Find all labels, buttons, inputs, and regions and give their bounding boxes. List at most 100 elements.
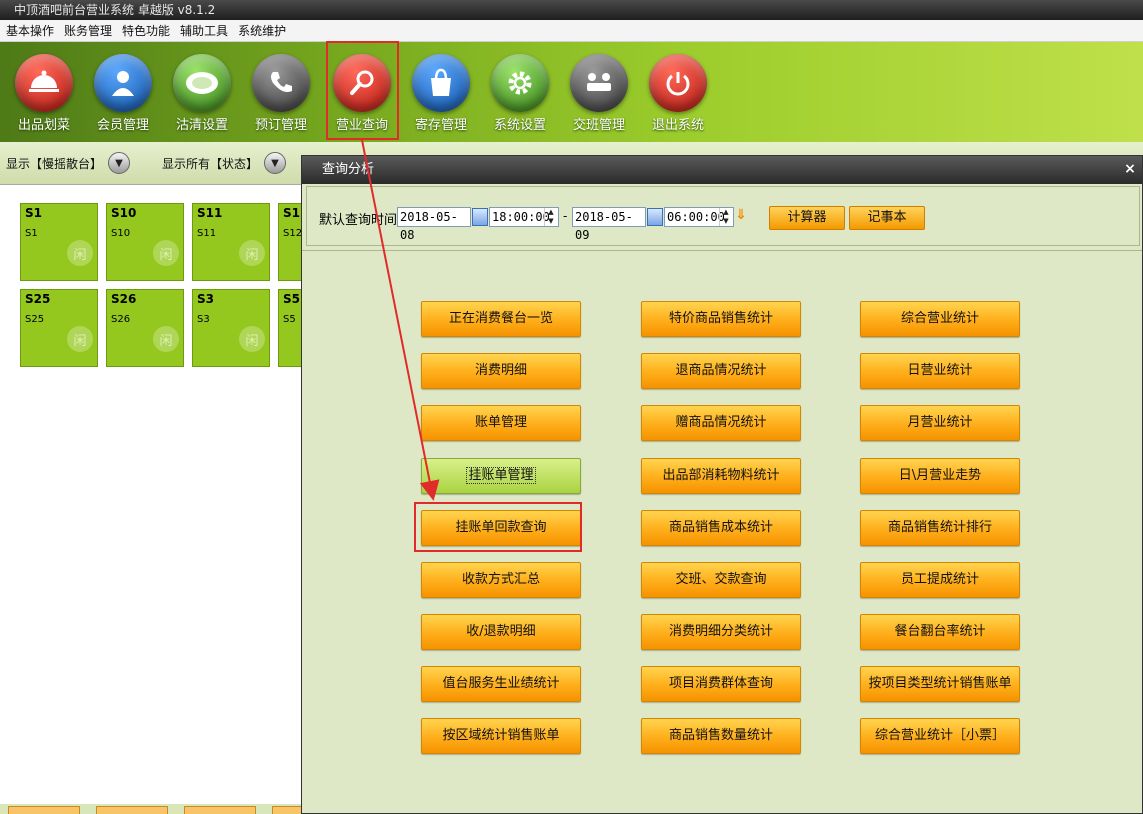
toolbar-handover-button[interactable]: 交班管理 <box>560 42 638 142</box>
table-name: S11 <box>197 206 223 220</box>
table-sub: S3 <box>197 314 210 325</box>
query-button[interactable]: 出品部消耗物料统计 <box>641 458 801 494</box>
area-filter-label: 显示【慢摇散台】 <box>6 157 103 171</box>
toolbar-soldout-button[interactable]: 沽清设置 <box>163 42 241 142</box>
query-highlight-box <box>326 41 399 140</box>
query-button[interactable]: 值台服务生业绩统计 <box>421 666 581 702</box>
toolbar-label: 沽清设置 <box>175 118 228 133</box>
query-button[interactable]: 日\月营业走势 <box>860 458 1020 494</box>
table-card[interactable]: S12 S12 <box>278 203 308 281</box>
query-button[interactable]: 交班、交款查询 <box>641 562 801 598</box>
toolbar-booking-button[interactable]: 预订管理 <box>242 42 320 142</box>
toolbar-member-button[interactable]: 会员管理 <box>84 42 162 142</box>
menu-basic[interactable]: 基本操作 <box>6 22 54 39</box>
query-button[interactable]: 赠商品情况统计 <box>641 405 801 441</box>
query-button[interactable]: 商品销售数量统计 <box>641 718 801 754</box>
query-button[interactable]: 消费明细分类统计 <box>641 614 801 650</box>
menu-tools[interactable]: 辅助工具 <box>180 22 228 39</box>
table-name: S1 <box>25 206 42 220</box>
query-button[interactable]: 月营业统计 <box>860 405 1020 441</box>
table-card[interactable]: S5 S5 <box>278 289 302 367</box>
bottom-button[interactable] <box>96 806 168 814</box>
idle-icon: 闲 <box>239 240 265 266</box>
query-button[interactable]: 商品销售统计排行 <box>860 510 1020 546</box>
cloche-icon <box>15 54 73 112</box>
table-card[interactable]: S10 S10 闲 <box>106 203 184 281</box>
calendar-icon[interactable] <box>647 208 663 226</box>
idle-icon: 闲 <box>239 326 265 352</box>
target-highlight-box <box>414 502 582 552</box>
query-button[interactable]: 收/退款明细 <box>421 614 581 650</box>
calculator-button[interactable]: 计算器 <box>769 206 845 230</box>
notepad-button[interactable]: 记事本 <box>849 206 925 230</box>
query-button-label: 挂账单管理 <box>466 467 536 484</box>
main-toolbar: 出品划菜 会员管理 沽清设置 预订管理 营业查询 寄存管理 系统设置 交班管理 … <box>0 42 1143 142</box>
table-name: S3 <box>197 292 214 306</box>
divider <box>302 250 1142 251</box>
query-time-label: 默认查询时间 <box>319 213 398 228</box>
table-card[interactable]: S11 S11 闲 <box>192 203 270 281</box>
idle-icon: 闲 <box>153 240 179 266</box>
bottom-button[interactable] <box>184 806 256 814</box>
query-button-focused[interactable]: 挂账单管理 <box>421 458 581 494</box>
gear-icon <box>491 54 549 112</box>
query-button[interactable]: 按区域统计销售账单 <box>421 718 581 754</box>
query-button[interactable]: 餐台翻台率统计 <box>860 614 1020 650</box>
query-dialog: 查询分析 × 默认查询时间 2018-05-08 18:00:00 ▲ ▼ - 2… <box>301 155 1143 814</box>
query-button[interactable]: 员工提成统计 <box>860 562 1020 598</box>
query-button[interactable]: 按项目类型统计销售账单 <box>860 666 1020 702</box>
status-dropdown-icon[interactable]: ▼ <box>264 152 286 174</box>
time-spinner-icon[interactable]: ▲ ▼ <box>544 208 557 226</box>
idle-icon: 闲 <box>67 240 93 266</box>
menu-accounts[interactable]: 账务管理 <box>64 22 112 39</box>
window-title: 中顶酒吧前台营业系统 卓越版 v8.1.2 <box>0 0 1143 20</box>
area-dropdown-icon[interactable]: ▼ <box>108 152 130 174</box>
toolbar-serve-button[interactable]: 出品划菜 <box>5 42 83 142</box>
table-card[interactable]: S3 S3 闲 <box>192 289 270 367</box>
query-button[interactable]: 商品销售成本统计 <box>641 510 801 546</box>
query-button[interactable]: 退商品情况统计 <box>641 353 801 389</box>
toolbar-exit-button[interactable]: 退出系统 <box>639 42 717 142</box>
member-icon <box>94 54 152 112</box>
table-card[interactable]: S26 S26 闲 <box>106 289 184 367</box>
table-grid: S1 S1 闲 S10 S10 闲 S11 S11 闲 S12 S12 S25 … <box>0 184 308 804</box>
idle-icon: 闲 <box>67 326 93 352</box>
query-button[interactable]: 收款方式汇总 <box>421 562 581 598</box>
table-card[interactable]: S1 S1 闲 <box>20 203 98 281</box>
toolbar-label: 会员管理 <box>96 118 149 133</box>
table-name: S25 <box>25 292 51 306</box>
query-button[interactable]: 综合营业统计［小票］ <box>860 718 1020 754</box>
bottom-button[interactable] <box>8 806 80 814</box>
start-date-field[interactable]: 2018-05-08 <box>397 207 471 242</box>
query-button[interactable]: 特价商品销售统计 <box>641 301 801 337</box>
bottom-button[interactable] <box>272 806 302 814</box>
time-spinner-icon[interactable]: ▲ ▼ <box>719 208 732 226</box>
toolbar-label: 预订管理 <box>254 118 307 133</box>
range-separator: - <box>563 209 568 223</box>
table-sub: S5 <box>283 314 296 325</box>
calendar-icon[interactable] <box>472 208 488 226</box>
query-button[interactable]: 综合营业统计 <box>860 301 1020 337</box>
query-button[interactable]: 项目消费群体查询 <box>641 666 801 702</box>
table-sub: S26 <box>111 314 131 325</box>
query-button[interactable]: 日营业统计 <box>860 353 1020 389</box>
toolbar-label: 出品划菜 <box>17 118 70 133</box>
toolbar-settings-button[interactable]: 系统设置 <box>481 42 559 142</box>
table-sub: S25 <box>25 314 45 325</box>
menu-bar: 基本操作 账务管理 特色功能 辅助工具 系统维护 <box>0 20 1143 42</box>
end-date-field[interactable]: 2018-05-09 <box>572 207 646 242</box>
table-card[interactable]: S25 S25 闲 <box>20 289 98 367</box>
toolbar-storage-button[interactable]: 寄存管理 <box>402 42 480 142</box>
table-sub: S11 <box>197 228 217 239</box>
query-button[interactable]: 消费明细 <box>421 353 581 389</box>
arrow-down-icon[interactable]: ⇓ <box>735 207 747 223</box>
toolbar-label: 系统设置 <box>493 118 546 133</box>
menu-maintenance[interactable]: 系统维护 <box>238 22 286 39</box>
query-button[interactable]: 正在消费餐台一览 <box>421 301 581 337</box>
menu-features[interactable]: 特色功能 <box>122 22 170 39</box>
table-sub: S1 <box>25 228 38 239</box>
table-name: S5 <box>283 292 300 306</box>
close-icon[interactable]: × <box>1122 160 1138 178</box>
query-time-panel: 默认查询时间 2018-05-08 18:00:00 ▲ ▼ - 2018-05-… <box>306 186 1140 246</box>
query-button[interactable]: 账单管理 <box>421 405 581 441</box>
